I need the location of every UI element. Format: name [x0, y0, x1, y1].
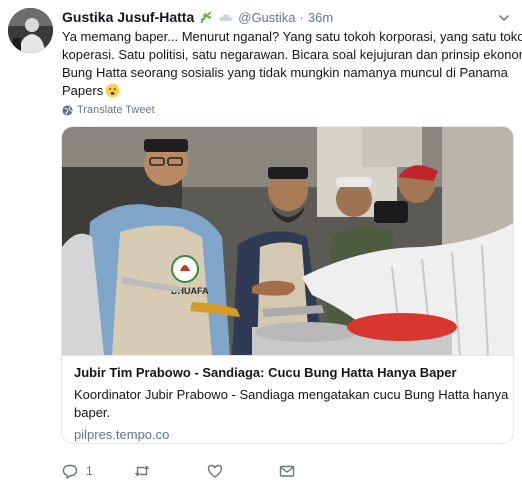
worried-face-emoji-icon — [105, 83, 120, 98]
retweet-icon — [134, 463, 150, 479]
like-button[interactable] — [207, 461, 231, 481]
link-card[interactable]: DHUAFA Jubir Tim Prabowo - Sandiaga: Cuc… — [61, 126, 514, 444]
avatar-image — [8, 8, 53, 53]
card-description-line: Koordinator Jubir Prabowo - Sandiaga men… — [74, 387, 509, 402]
avatar[interactable] — [8, 8, 53, 53]
tweet-text: Ya memang baper... Menurut nganal? Yang … — [62, 28, 522, 100]
reply-count: 1 — [86, 464, 93, 478]
reply-button[interactable]: 1 — [62, 461, 93, 481]
herb-emoji-icon — [198, 9, 214, 25]
tweet-text-line-last: Papers — [62, 82, 514, 100]
tweet-text-last-word: Papers — [62, 83, 104, 98]
translate-tweet-link[interactable]: Translate Tweet — [62, 102, 155, 118]
card-body: Jubir Tim Prabowo - Sandiaga: Cucu Bung … — [62, 355, 513, 443]
envelope-icon — [279, 463, 295, 479]
globe-icon — [62, 104, 73, 116]
card-domain[interactable]: pilpres.tempo.co — [74, 426, 503, 443]
heart-icon — [207, 463, 223, 479]
tweet-text-line: Bung Hatta seorang sosialis yang tidak m… — [62, 65, 508, 80]
tweet-actions: 1 — [62, 461, 362, 481]
retweet-button[interactable] — [134, 461, 158, 481]
cloud-emoji-icon — [218, 9, 234, 25]
user-handle[interactable]: @Gustika — [238, 10, 295, 25]
card-description: Koordinator Jubir Prabowo - Sandiaga men… — [74, 386, 509, 422]
tweet[interactable]: Gustika Jusuf-Hatta @Gustika · 36m Ya me… — [0, 0, 522, 488]
card-title[interactable]: Jubir Tim Prabowo - Sandiaga: Cucu Bung … — [74, 364, 503, 382]
reply-icon — [62, 463, 78, 479]
direct-message-button[interactable] — [279, 461, 295, 481]
card-image: DHUAFA — [62, 127, 513, 355]
tweet-text-line: koperasi. Satu politisi, satu negarawan.… — [62, 47, 522, 62]
display-name[interactable]: Gustika Jusuf-Hatta — [62, 9, 194, 25]
tweet-text-line: Ya memang baper... Menurut nganal? Yang … — [62, 29, 522, 44]
card-description-line: baper. — [74, 405, 111, 420]
tweet-header: Gustika Jusuf-Hatta @Gustika · 36m — [62, 8, 333, 26]
tweet-timestamp[interactable]: 36m — [308, 10, 333, 25]
header-separator: · — [299, 9, 304, 25]
chevron-down-icon[interactable] — [498, 12, 510, 24]
translate-label: Translate Tweet — [77, 104, 155, 116]
